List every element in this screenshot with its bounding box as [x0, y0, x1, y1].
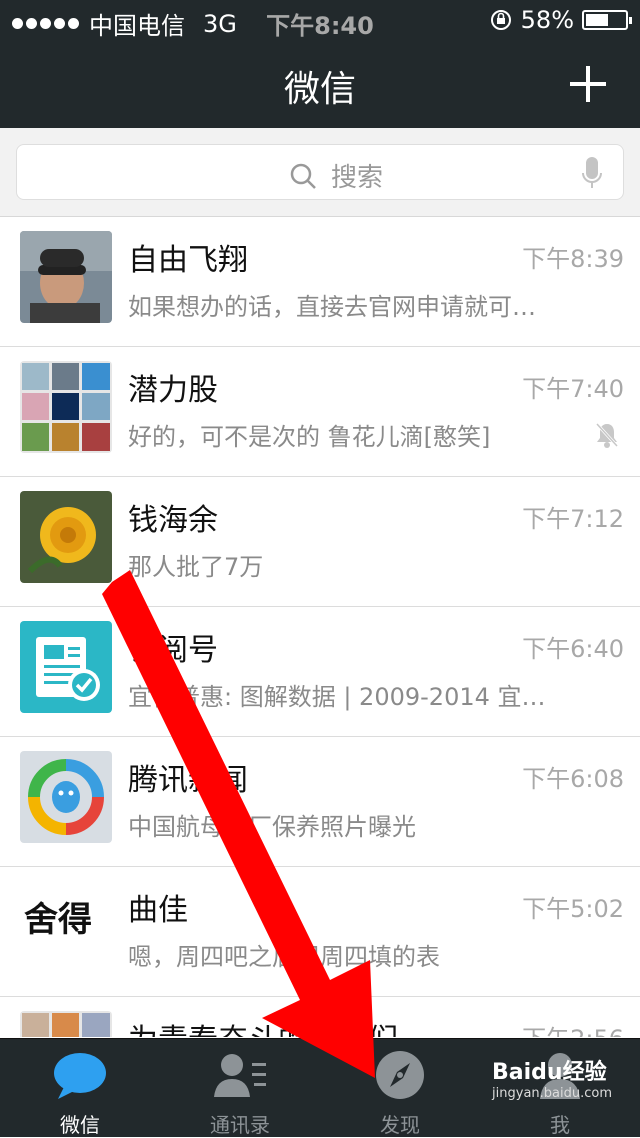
- nav-bar: 微信: [0, 40, 640, 128]
- subscription-avatar: [20, 621, 112, 713]
- search-area: 搜索: [0, 128, 640, 217]
- chat-name: 潜力股: [128, 373, 218, 408]
- mute-bell-icon: [595, 422, 619, 448]
- tab-label: 发现: [380, 1113, 420, 1137]
- chat-row-tencent-news[interactable]: 腾讯新闻 中国航母工厂保养照片曝光 下午6:08: [0, 737, 640, 867]
- microphone-icon[interactable]: [581, 155, 603, 191]
- compass-icon: [376, 1051, 424, 1099]
- baidu-watermark: Baidu经验 jingyan.baidu.com: [492, 1054, 612, 1101]
- battery-icon: [582, 10, 632, 30]
- chat-time: 下午2:56: [522, 1019, 624, 1037]
- chat-row-group[interactable]: 为青春奋斗的兄弟们 下午2:56: [0, 997, 640, 1037]
- search-input[interactable]: 搜索: [16, 144, 624, 200]
- chat-name: 自由飞翔: [128, 243, 248, 278]
- tab-label: 通讯录: [210, 1113, 270, 1137]
- chat-name: 为青春奋斗的兄弟们: [128, 1015, 398, 1037]
- chat-preview: 中国航母工厂保养照片曝光: [128, 813, 416, 841]
- watermark-brand: Baidu经验: [492, 1060, 607, 1085]
- chat-preview: 宜信普惠: 图解数据 | 2009-2014 宜…: [128, 683, 546, 711]
- chat-row-subscriptions[interactable]: 订阅号 宜信普惠: 图解数据 | 2009-2014 宜… 下午6:40: [0, 607, 640, 737]
- status-bar: 中国电信 3G 下午8:40 58%: [0, 0, 640, 40]
- chat-row-qj[interactable]: 舍得 曲佳 嗯，周四吧之后周周四填的表 下午5:02: [0, 867, 640, 997]
- watermark-url: jingyan.baidu.com: [492, 1086, 612, 1101]
- chat-time: 下午5:02: [522, 895, 624, 923]
- tab-contacts[interactable]: 通讯录: [160, 1039, 320, 1137]
- avatar: [20, 491, 112, 583]
- chat-time: 下午7:40: [522, 375, 624, 403]
- tencent-news-avatar: [20, 751, 112, 843]
- chat-name: 钱海余: [128, 503, 218, 538]
- rotation-lock-icon: [490, 10, 511, 30]
- plus-icon[interactable]: [568, 64, 608, 104]
- chat-preview: 那人批了7万: [128, 553, 264, 581]
- chat-time: 下午6:08: [522, 765, 624, 793]
- chat-preview: 如果想办的话，直接去官网申请就可…: [128, 293, 536, 321]
- chat-name: 腾讯新闻: [128, 763, 248, 798]
- contacts-icon: [214, 1054, 266, 1097]
- group-avatar: [20, 1011, 112, 1037]
- chat-bubble-icon: [54, 1053, 106, 1099]
- avatar: 舍得: [20, 881, 112, 973]
- chat-name: 曲佳: [128, 893, 188, 928]
- chat-name: 订阅号: [128, 633, 218, 668]
- search-placeholder: 搜索: [331, 163, 384, 193]
- avatar: [20, 361, 112, 453]
- chat-preview: 好的，可不是次的 鲁花儿滴[憨笑]: [128, 423, 491, 451]
- battery-percent: 58%: [520, 6, 574, 34]
- chat-row-qhy[interactable]: 钱海余 那人批了7万 下午7:12: [0, 477, 640, 607]
- chat-row-zyfx[interactable]: 自由飞翔 如果想办的话，直接去官网申请就可… 下午8:39: [0, 217, 640, 347]
- chat-preview: 嗯，周四吧之后周周四填的表: [128, 943, 440, 971]
- chat-row-qlg[interactable]: 潜力股 好的，可不是次的 鲁花儿滴[憨笑] 下午7:40: [0, 347, 640, 477]
- tab-label: 微信: [60, 1113, 100, 1137]
- avatar: [20, 231, 112, 323]
- page-title: 微信: [283, 69, 356, 110]
- chat-time: 下午7:12: [522, 505, 624, 533]
- avatar-calligraphy: 舍得: [24, 900, 92, 940]
- tab-chats[interactable]: 微信: [0, 1039, 160, 1137]
- tab-label: 我: [550, 1113, 570, 1137]
- search-icon: [290, 163, 316, 189]
- tab-discover[interactable]: 发现: [320, 1039, 480, 1137]
- chat-time: 下午8:39: [522, 245, 624, 273]
- chat-time: 下午6:40: [522, 635, 624, 663]
- chat-list: 自由飞翔 如果想办的话，直接去官网申请就可… 下午8:39 潜力股 好的，可不是…: [0, 217, 640, 1037]
